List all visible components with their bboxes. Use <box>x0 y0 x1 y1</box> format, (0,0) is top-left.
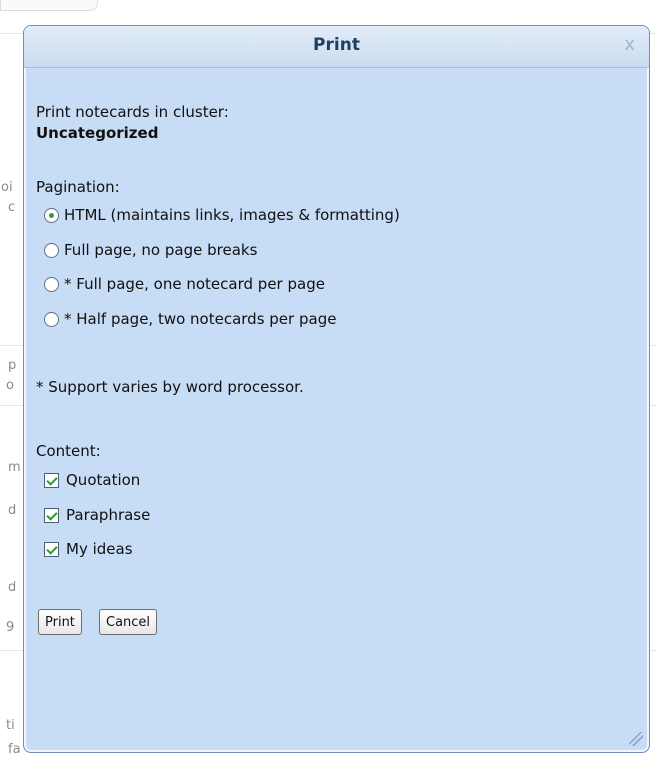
background-text-fragment: d <box>8 580 17 595</box>
pagination-option-html[interactable]: HTML (maintains links, images & formatti… <box>44 206 400 224</box>
dialog-titlebar[interactable]: Print x <box>24 26 649 68</box>
radio-button[interactable] <box>44 242 59 258</box>
background-text-fragment: o <box>6 378 14 393</box>
pagination-option-one-per-page[interactable]: * Full page, one notecard per page <box>44 275 325 293</box>
content-option-quotation[interactable]: Quotation <box>44 471 140 489</box>
background-text-fragment: p <box>8 358 17 373</box>
background-tab <box>0 0 98 11</box>
cluster-name: Uncategorized <box>36 124 159 142</box>
pagination-label: Pagination: <box>36 178 120 196</box>
background-text-fragment: oi <box>1 180 13 195</box>
background-text-fragment: fa <box>8 742 21 757</box>
radio-button[interactable] <box>44 207 59 223</box>
cluster-label: Print notecards in cluster: <box>36 103 229 121</box>
background-text-fragment: c <box>8 200 16 215</box>
radio-label: * Half page, two notecards per page <box>64 310 337 328</box>
dialog-title: Print <box>313 35 360 55</box>
radio-label: HTML (maintains links, images & formatti… <box>64 206 400 224</box>
radio-button[interactable] <box>44 276 59 292</box>
radio-label: Full page, no page breaks <box>64 241 258 259</box>
support-note: * Support varies by word processor. <box>36 378 304 396</box>
content-label: Content: <box>36 442 101 460</box>
checkbox[interactable] <box>44 507 59 523</box>
content-option-paraphrase[interactable]: Paraphrase <box>44 506 150 524</box>
resize-grip-icon[interactable] <box>629 732 643 746</box>
background-text-fragment: 9 <box>6 620 15 635</box>
print-button[interactable]: Print <box>38 609 82 635</box>
checkbox-label: Quotation <box>66 471 141 489</box>
background-text-fragment: m <box>8 460 21 475</box>
radio-label: * Full page, one notecard per page <box>64 275 325 293</box>
checkbox-label: Paraphrase <box>66 506 151 524</box>
radio-button[interactable] <box>44 311 59 327</box>
pagination-option-half-page[interactable]: * Half page, two notecards per page <box>44 310 336 328</box>
checkbox[interactable] <box>44 541 59 557</box>
pagination-option-full-page[interactable]: Full page, no page breaks <box>44 241 257 259</box>
print-dialog: Print x Print notecards in cluster: Unca… <box>23 25 650 753</box>
cancel-button[interactable]: Cancel <box>99 609 158 635</box>
content-option-my-ideas[interactable]: My ideas <box>44 540 133 558</box>
checkbox[interactable] <box>44 472 59 488</box>
background-text-fragment: d <box>8 503 17 518</box>
close-icon[interactable]: x <box>624 34 635 55</box>
background-text-fragment: ti <box>6 718 15 733</box>
checkbox-label: My ideas <box>66 540 133 558</box>
